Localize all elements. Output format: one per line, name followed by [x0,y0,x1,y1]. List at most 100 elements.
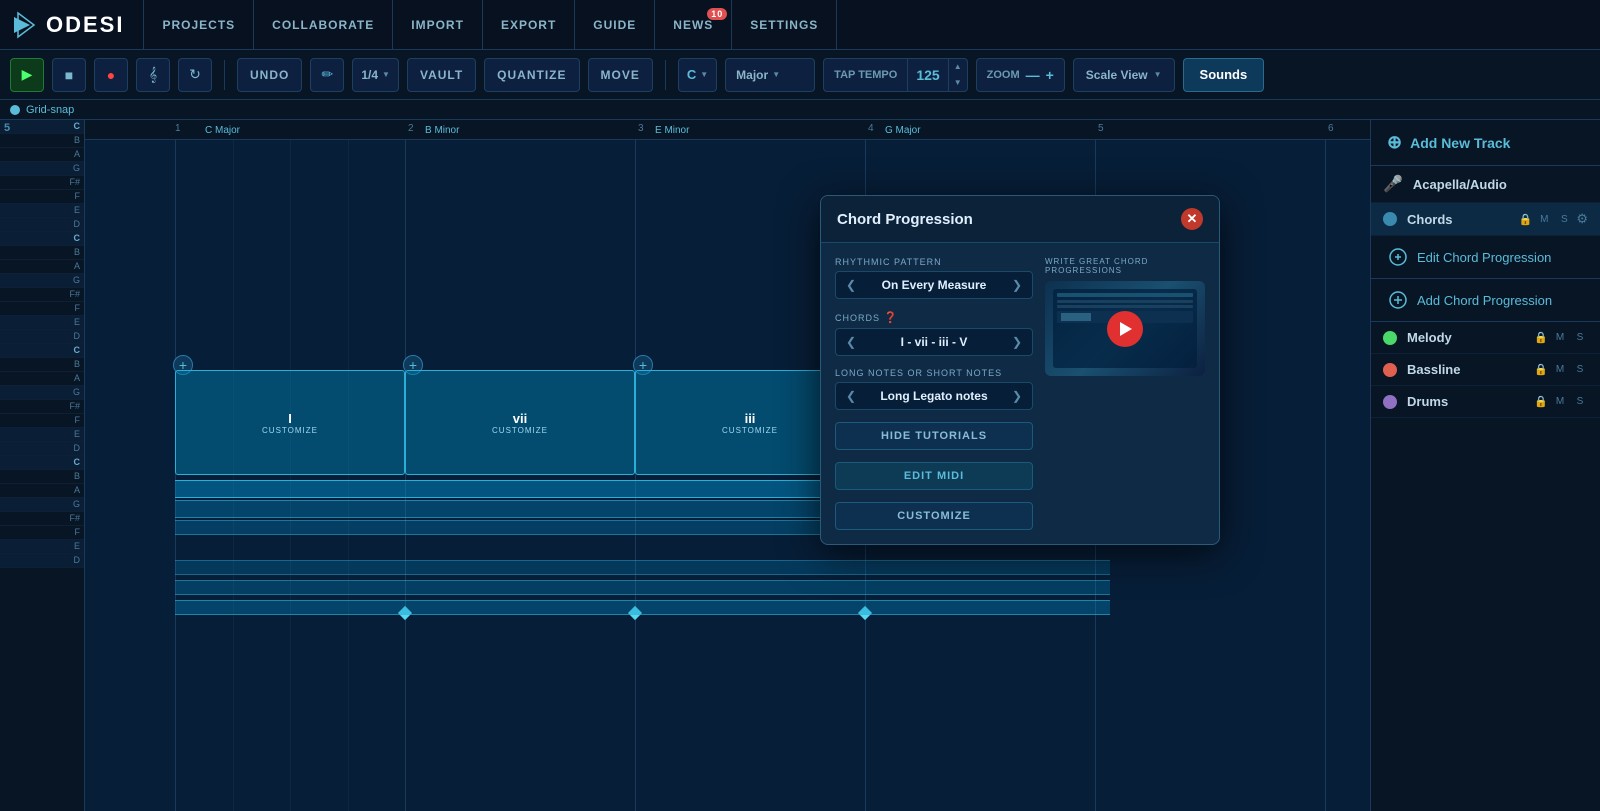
scale-view-button[interactable]: Scale View ▼ [1073,58,1175,92]
piano-roll: 5 C B A G F# F E D C B A G F# F E D C B … [0,120,85,811]
solo-button-chords[interactable]: S [1556,214,1572,225]
nav-settings[interactable]: SETTINGS [731,0,837,50]
chord-label-b: B Minor [425,125,459,136]
tempo-down-button[interactable]: ▼ [949,75,967,91]
zoom-in-button[interactable]: + [1046,67,1054,83]
note-row: F [0,526,84,540]
mute-button-bassline[interactable]: M [1552,364,1568,375]
modal-close-button[interactable]: ✕ [1181,208,1203,230]
note-row: D [0,330,84,344]
note-row: F [0,414,84,428]
track-chords[interactable]: Chords 🔒 M S ⚙ [1371,203,1600,236]
chord-customize-I: CUSTOMIZE [262,426,318,435]
customize-button[interactable]: CUSTOMIZE [835,502,1033,530]
tempo-up-button[interactable]: ▲ [949,59,967,75]
rhythmic-value: On Every Measure [856,278,1012,292]
lock-icon-drums: 🔒 [1534,395,1548,408]
measure-ruler: 1 C Major 2 B Minor 3 E Minor 4 G Major … [85,120,1370,140]
grid-line [1325,140,1326,811]
move-button[interactable]: MOVE [588,58,653,92]
chord-label-g: G Major [885,125,921,136]
solo-button-drums[interactable]: S [1572,396,1588,407]
loop-button[interactable]: ↻ [178,58,212,92]
edit-midi-button[interactable]: EDIT MIDI [835,462,1033,490]
solo-button-bassline[interactable]: S [1572,364,1588,375]
note-row: E [0,428,84,442]
track-acapella[interactable]: 🎤 Acapella/Audio [1371,166,1600,203]
chords-next-button[interactable]: ❯ [1012,335,1022,349]
track-drums[interactable]: Drums 🔒 M S [1371,386,1600,418]
chord-block-vii[interactable]: vii CUSTOMIZE [405,370,635,475]
chord-block-I[interactable]: I CUSTOMIZE [175,370,405,475]
nav-collaborate[interactable]: COLLABORATE [253,0,393,50]
stop-button[interactable]: ■ [52,58,86,92]
undo-button[interactable]: UNDO [237,58,302,92]
measure-3: 3 [638,123,644,134]
note-row: A [0,484,84,498]
note-row: G [0,498,84,512]
nav-import[interactable]: IMPORT [392,0,483,50]
chords-selector[interactable]: ❮ I - vii - iii - V ❯ [835,328,1033,356]
quantize-dropdown[interactable]: 1/4 ▼ [352,58,399,92]
track-bassline[interactable]: Bassline 🔒 M S [1371,354,1600,386]
toolbar-separator-2 [665,60,666,90]
notes-next-button[interactable]: ❯ [1012,389,1022,403]
modal-header: Chord Progression ✕ [821,196,1219,243]
logo-icon [10,9,42,41]
mute-button-melody[interactable]: M [1552,332,1568,343]
logo-text: ODESI [46,12,124,38]
notes-prev-button[interactable]: ❮ [846,389,856,403]
youtube-play-button[interactable] [1107,311,1143,347]
mode-selector[interactable]: Major ▼ [725,58,815,92]
nav-projects[interactable]: PROJECTS [143,0,254,50]
note-row: B [0,358,84,372]
measure-4: 4 [868,123,874,134]
modal-left: RHYTHMIC PATTERN ❮ On Every Measure ❯ CH… [835,257,1033,530]
rhythmic-prev-button[interactable]: ❮ [846,278,856,292]
add-new-track-button[interactable]: ⊕ Add New Track [1371,120,1600,166]
youtube-thumbnail[interactable] [1045,281,1205,376]
note-row: B [0,134,84,148]
hide-tutorials-button[interactable]: HIDE TUTORIALS [835,422,1033,450]
add-chord-progression-button[interactable]: Add Chord Progression [1371,279,1600,322]
key-selector[interactable]: C ▼ [678,58,717,92]
mute-button-drums[interactable]: M [1552,396,1568,407]
note-row: F [0,302,84,316]
sounds-button[interactable]: Sounds [1183,58,1265,92]
note-row: F [0,190,84,204]
toolbar-separator-1 [224,60,225,90]
mute-button-chords[interactable]: M [1536,214,1552,225]
nav-export[interactable]: EXPORT [482,0,575,50]
record-button[interactable]: ● [94,58,128,92]
chord-customize-iii: CUSTOMIZE [722,426,778,435]
play-triangle-icon [1120,322,1132,336]
track-melody[interactable]: Melody 🔒 M S [1371,322,1600,354]
modal-right: WRITE GREAT CHORD PROGRESSIONS [1045,257,1205,530]
chord-bar-3 [175,580,1110,595]
modal-action-buttons-3: CUSTOMIZE [835,502,1033,530]
measure-6: 6 [1328,123,1334,134]
nav-news[interactable]: NEWS 10 [654,0,732,50]
rhythmic-selector[interactable]: ❮ On Every Measure ❯ [835,271,1033,299]
chords-help-icon[interactable]: ❓ [884,312,899,324]
tap-tempo-button[interactable]: TAP TEMPO [824,59,908,91]
quantize-button[interactable]: QUANTIZE [484,58,579,92]
modal-title: Chord Progression [837,211,973,228]
chords-prev-button[interactable]: ❮ [846,335,856,349]
settings-icon-chords[interactable]: ⚙ [1576,211,1588,227]
notes-selector[interactable]: ❮ Long Legato notes ❯ [835,382,1033,410]
zoom-out-button[interactable]: — [1026,67,1040,83]
edit-chord-progression-button[interactable]: Edit Chord Progression [1371,236,1600,279]
grid-subline [348,140,349,811]
modal-action-buttons: HIDE TUTORIALS [835,422,1033,450]
metronome-button[interactable]: 𝄞 [136,58,170,92]
nav-guide[interactable]: GUIDE [574,0,655,50]
rhythmic-next-button[interactable]: ❯ [1012,278,1022,292]
edit-button[interactable]: ✏ [310,58,344,92]
play-button[interactable]: ▶ [10,58,44,92]
solo-button-melody[interactable]: S [1572,332,1588,343]
add-icon [1387,289,1409,311]
vault-button[interactable]: VAULT [407,58,476,92]
video-label: WRITE GREAT CHORD PROGRESSIONS [1045,257,1205,275]
lock-icon-melody: 🔒 [1534,331,1548,344]
